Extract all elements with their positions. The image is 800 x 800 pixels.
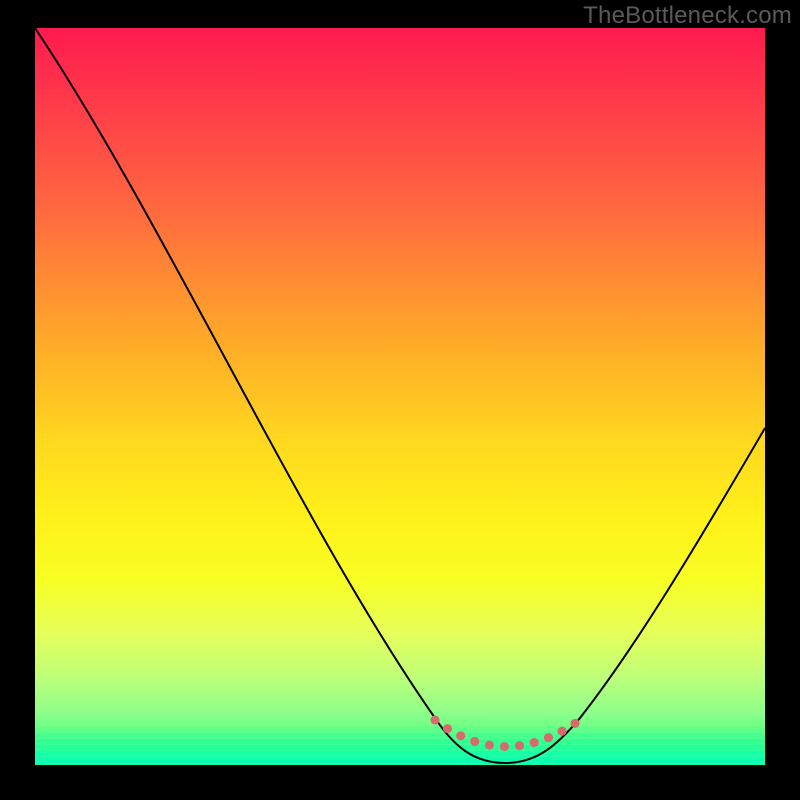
bottleneck-curve	[35, 28, 765, 763]
watermark-text: TheBottleneck.com	[583, 2, 792, 30]
chart-frame: TheBottleneck.com	[0, 0, 800, 800]
curve-svg	[35, 28, 765, 765]
optimal-zone-marker	[435, 720, 580, 747]
plot-area	[35, 28, 765, 765]
